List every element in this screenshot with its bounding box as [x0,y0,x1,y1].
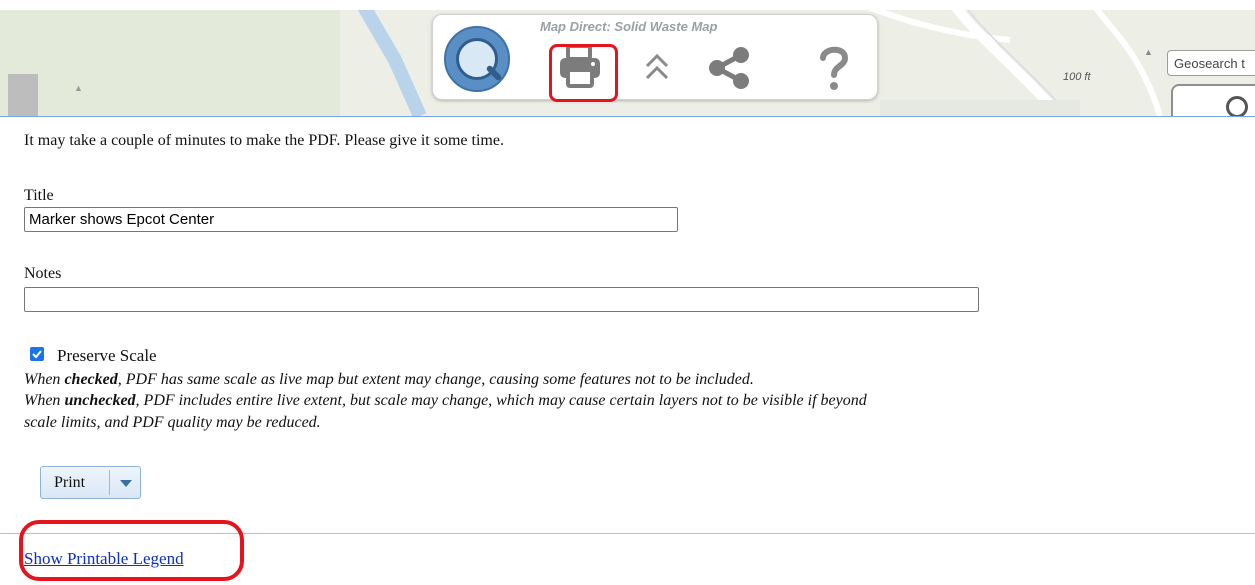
geosearch-button[interactable] [1171,84,1255,116]
unchecked-word: unchecked [64,392,136,409]
unchecked-prefix: When [24,392,65,409]
search-icon [1226,96,1248,116]
map-scroll-thumb[interactable] [8,74,38,116]
checked-word: checked [64,371,118,388]
print-button-divider [109,470,110,495]
print-panel [0,116,1255,585]
geosearch-input[interactable]: Geosearch t [1167,50,1255,76]
map-scale-label: 100 ft [1063,71,1091,83]
notes-label: Notes [24,265,62,282]
preserve-scale-checkbox[interactable] [30,347,44,361]
geo-scroll-up-icon[interactable]: ▲ [1144,47,1153,57]
toolbar-title: Map Direct: Solid Waste Map [540,19,718,34]
legend-link-highlight [19,520,244,581]
double-chevron-up-icon[interactable] [642,50,672,84]
map-direct-logo-icon[interactable] [444,26,510,92]
unchecked-description-line-2: scale limits, and PDF quality may be red… [24,414,321,431]
notes-input[interactable] [24,287,979,312]
print-button[interactable]: Print [40,466,141,499]
checked-prefix: When [24,371,65,388]
print-icon-highlight [549,44,618,102]
checked-text: , PDF has same scale as live map but ext… [117,371,754,388]
dropdown-caret-icon[interactable] [120,480,132,487]
unchecked-text-1: , PDF includes entire live extent, but s… [135,392,867,409]
title-label: Title [24,187,54,204]
unchecked-description-line-1: When unchecked, PDF includes entire live… [24,391,867,411]
share-icon[interactable] [707,46,753,90]
title-input[interactable] [24,207,678,232]
print-button-label: Print [54,474,86,491]
scroll-up-arrow-icon[interactable]: ▲ [74,83,83,93]
print-intro-text: It may take a couple of minutes to make … [24,132,504,149]
checked-description: When checked, PDF has same scale as live… [24,370,754,390]
help-icon[interactable] [817,44,851,92]
checkmark-icon [32,350,42,359]
preserve-scale-label: Preserve Scale [57,346,157,365]
